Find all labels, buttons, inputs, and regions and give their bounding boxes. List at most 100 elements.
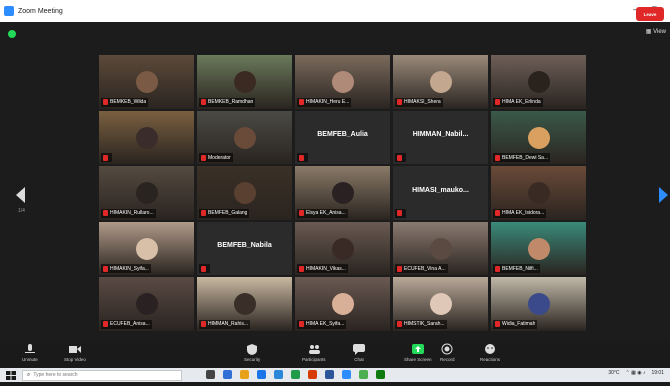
participant-tile[interactable]: HIMAKIN_Syifa... [99, 221, 194, 275]
unmute-button[interactable]: Unmute [22, 343, 38, 362]
muted-mic-icon [495, 154, 500, 161]
participant-tile[interactable]: BEMFEB_Dewi Sa... [491, 110, 586, 164]
page-indicator: 1/4 [18, 208, 25, 214]
system-tray: 30°C ⌃ ▦ ◉ ♪ 19:01 [608, 370, 664, 376]
participant-tile[interactable]: HIMAKSI_Shera [393, 55, 488, 109]
clock-time[interactable]: 19:01 [651, 370, 664, 376]
taskbar-search[interactable]: ⌕ [22, 369, 182, 381]
participant-nameplate: HIMMAN_Rahis... [199, 319, 251, 329]
participant-tile[interactable] [99, 110, 194, 164]
participant-nameplate: HIMAKSI_Shera [395, 97, 443, 107]
muted-mic-icon [103, 265, 108, 272]
participant-nameplate: ECUFEB_Anisa... [101, 319, 152, 329]
participant-nameplate: Widia_Fatimah [493, 319, 538, 329]
participant-name: ECUFEB_Anisa... [110, 321, 150, 327]
participant-avatar [429, 237, 452, 260]
participant-tile[interactable]: BEMKEB_Wilda [99, 55, 194, 109]
participant-nameplate [395, 208, 406, 218]
encryption-shield-icon[interactable] [8, 30, 16, 38]
window-title: Zoom Meeting [18, 7, 63, 15]
spreadsheet-icon[interactable] [291, 370, 300, 379]
participant-tile[interactable]: BEMKEB_Ramdhan [197, 55, 292, 109]
participant-tile[interactable]: Moderator [197, 110, 292, 164]
participant-tile[interactable]: HIMAKIN_Rullaro... [99, 166, 194, 220]
participant-nameplate: HIMSTIK_Sarah... [395, 319, 447, 329]
participant-tile[interactable]: HIMA EK_Erlinda [491, 55, 586, 109]
chrome-icon[interactable] [359, 370, 368, 379]
participant-avatar [527, 71, 550, 94]
participant-tile[interactable]: HIMAKIN_Vikas... [295, 221, 390, 275]
participant-nameplate [199, 264, 210, 273]
presentation-icon[interactable] [308, 370, 317, 379]
participant-tile[interactable]: HIMMAN_Rahis... [197, 277, 292, 331]
muted-mic-icon [397, 154, 402, 161]
muted-mic-icon [201, 321, 206, 327]
view-button[interactable]: ▦ View [646, 28, 666, 35]
participants-button[interactable]: Participants [302, 343, 326, 362]
participant-center-name: HIMASI_mauko... [412, 186, 469, 194]
task-view-icon[interactable] [206, 370, 215, 379]
participant-tile[interactable]: BEMFEB_Nabila [197, 221, 292, 275]
participant-tile[interactable]: HIMAKIN_Heru E... [295, 55, 390, 109]
zoom-taskbar-icon[interactable] [342, 370, 351, 379]
file-explorer-icon[interactable] [240, 370, 249, 379]
muted-mic-icon [201, 210, 206, 216]
taskbar-search-input[interactable] [33, 372, 174, 378]
next-page-arrow-icon[interactable] [656, 185, 670, 205]
participant-name: BEMFEB_Dewi Sa... [502, 154, 549, 161]
stop-video-button[interactable]: Stop Video [64, 343, 86, 362]
participant-name: BEMFEB_Galang [208, 210, 248, 216]
muted-mic-icon [397, 99, 402, 105]
participant-avatar [331, 71, 354, 94]
participant-nameplate: HIMA EK_Syifa... [297, 319, 347, 329]
participant-nameplate [101, 153, 112, 162]
participant-nameplate [297, 153, 308, 162]
participant-tile[interactable]: Widia_Fatimah [491, 277, 586, 331]
edge-browser-icon[interactable] [223, 370, 232, 379]
participant-avatar [429, 293, 452, 316]
mail-icon[interactable] [274, 370, 283, 379]
participant-tile[interactable]: BEMFEB_Nilfi... [491, 221, 586, 275]
participant-tile[interactable]: HIMA EK_Isidora... [491, 166, 586, 220]
toolbar-label: Reactions [480, 357, 501, 362]
participant-nameplate: HIMA EK_Isidora... [493, 208, 547, 218]
muted-mic-icon [299, 154, 304, 161]
participant-name: HIMSTIK_Sarah... [404, 321, 445, 327]
taskbar-apps [206, 370, 385, 379]
participant-nameplate [395, 153, 406, 162]
record-icon [441, 343, 453, 355]
store-icon[interactable] [257, 370, 266, 379]
toolbar-label: Unmute [22, 357, 38, 362]
tray-icons[interactable]: ⌃ ▦ ◉ ♪ [626, 370, 646, 376]
participant-tile[interactable]: HIMSTIK_Sarah... [393, 277, 488, 331]
participant-tile[interactable]: HIMASI_mauko... [393, 166, 488, 220]
share-screen-button[interactable]: Share Screen [404, 343, 432, 362]
participant-tile[interactable]: BEMFEB_Galang [197, 166, 292, 220]
chat-button[interactable]: Chat [352, 343, 366, 362]
participant-name: Elsya EK_Anisa... [306, 210, 346, 216]
leave-button[interactable]: Leave [636, 7, 664, 21]
muted-mic-icon [299, 210, 304, 216]
word-icon[interactable] [325, 370, 334, 379]
participant-name: BEMKEB_Wilda [110, 99, 147, 105]
security-button[interactable]: Security [244, 343, 260, 362]
toolbar-label: Participants [302, 357, 326, 362]
previous-page-arrow-icon[interactable] [14, 185, 28, 205]
whatsapp-icon[interactable] [376, 370, 385, 379]
participant-tile[interactable]: HIMA EK_Syifa... [295, 277, 390, 331]
windows-start-icon[interactable] [6, 370, 16, 380]
muted-mic-icon [201, 154, 206, 161]
participant-tile[interactable]: Elsya EK_Anisa... [295, 166, 390, 220]
record-button[interactable]: Record [440, 343, 455, 362]
reactions-button[interactable]: Reactions [480, 343, 500, 362]
participant-tile[interactable]: ECUFEB_Vina A... [393, 221, 488, 275]
muted-mic-icon [397, 210, 402, 216]
microphone-icon [24, 344, 35, 353]
participant-nameplate: HIMAKIN_Vikas... [297, 264, 348, 273]
participant-tile[interactable]: BEMFEB_Aulia [295, 110, 390, 164]
weather-temp[interactable]: 30°C [608, 370, 619, 376]
participant-tile[interactable]: HIMMAN_Nabil... [393, 110, 488, 164]
participant-nameplate: HIMAKIN_Syifa... [101, 264, 151, 273]
muted-mic-icon [103, 210, 108, 216]
participant-tile[interactable]: ECUFEB_Anisa... [99, 277, 194, 331]
